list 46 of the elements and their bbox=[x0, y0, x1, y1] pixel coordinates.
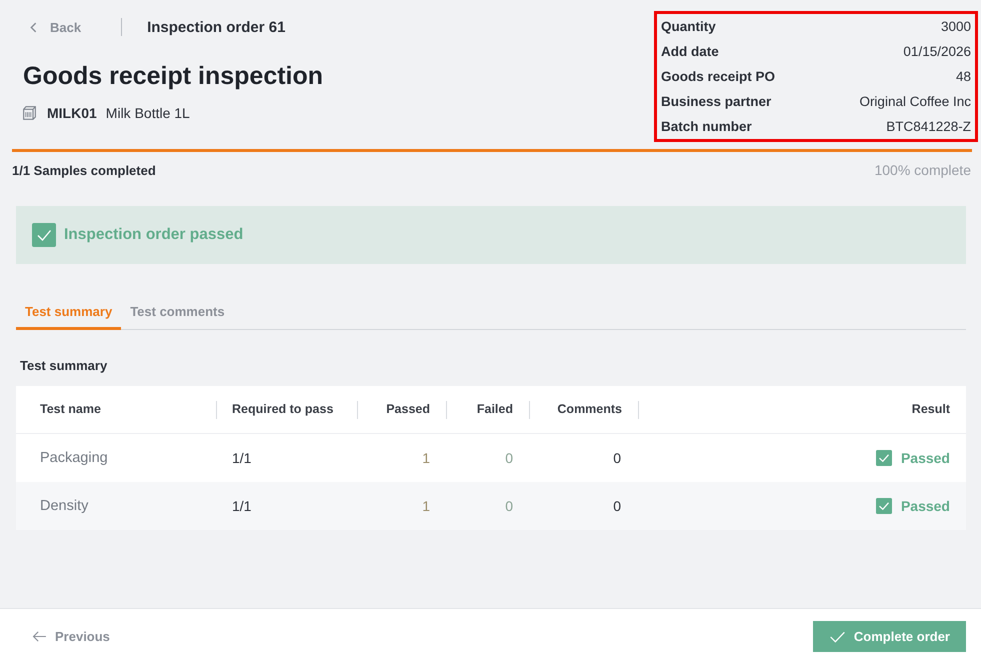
back-link[interactable]: Back bbox=[23, 20, 82, 34]
column-header: Test name bbox=[39, 401, 102, 418]
complete-order-button[interactable]: Complete order bbox=[812, 621, 966, 652]
detail-label: Business partner bbox=[661, 94, 772, 109]
arrow-left-icon bbox=[32, 631, 47, 642]
detail-value: BTC841228-Z bbox=[886, 119, 971, 134]
item-code: MILK01 bbox=[47, 105, 97, 121]
table-cell-text: 1/1 bbox=[231, 498, 252, 514]
percent-complete-text: 100% complete bbox=[874, 162, 971, 178]
check-icon bbox=[828, 630, 846, 642]
box-icon bbox=[23, 106, 36, 120]
order-title: Inspection order 61 bbox=[147, 18, 286, 36]
table-cell-text: 0 bbox=[612, 498, 622, 514]
samples-completed-text: 1/1 Samples completed bbox=[12, 162, 156, 178]
detail-label: Batch number bbox=[661, 119, 752, 134]
detail-label: Add date bbox=[661, 44, 719, 59]
table-cell-text: 1 bbox=[421, 450, 431, 466]
detail-label: Goods receipt PO bbox=[661, 69, 776, 84]
detail-value: 48 bbox=[956, 69, 971, 84]
column-header: Result bbox=[638, 386, 966, 433]
table-cell-text: 1 bbox=[421, 498, 431, 514]
chevron-left-icon bbox=[30, 22, 37, 32]
column-header: Passed bbox=[357, 386, 446, 433]
table-cell-text: 1/1 bbox=[231, 450, 252, 466]
detail-value: 01/15/2026 bbox=[903, 44, 971, 59]
section-title: Test summary bbox=[20, 357, 108, 375]
column-header: Required to pass bbox=[216, 386, 357, 433]
detail-value: Original Coffee Inc bbox=[859, 94, 971, 109]
detail-value: 3000 bbox=[940, 19, 971, 34]
tab[interactable]: Test summary bbox=[16, 297, 122, 330]
previous-link[interactable]: Previous bbox=[32, 629, 110, 644]
result-label: Passed bbox=[900, 498, 950, 514]
table-cell-text: Packaging bbox=[39, 450, 109, 466]
page-title: Goods receipt inspection bbox=[23, 61, 324, 91]
table-cell-text: 0 bbox=[612, 450, 622, 466]
table-cell-text: 0 bbox=[504, 450, 514, 466]
table-cell-text: 0 bbox=[504, 498, 514, 514]
item-name: Milk Bottle 1L bbox=[106, 105, 190, 121]
column-header: Comments bbox=[529, 386, 638, 433]
tab[interactable]: Test comments bbox=[121, 297, 234, 330]
table-cell-text: Density bbox=[39, 498, 90, 514]
result-label: Passed bbox=[900, 450, 950, 466]
check-icon bbox=[32, 223, 56, 247]
status-message: Inspection order passed bbox=[64, 226, 244, 244]
detail-label: Quantity bbox=[661, 19, 716, 34]
column-header: Failed bbox=[446, 386, 529, 433]
